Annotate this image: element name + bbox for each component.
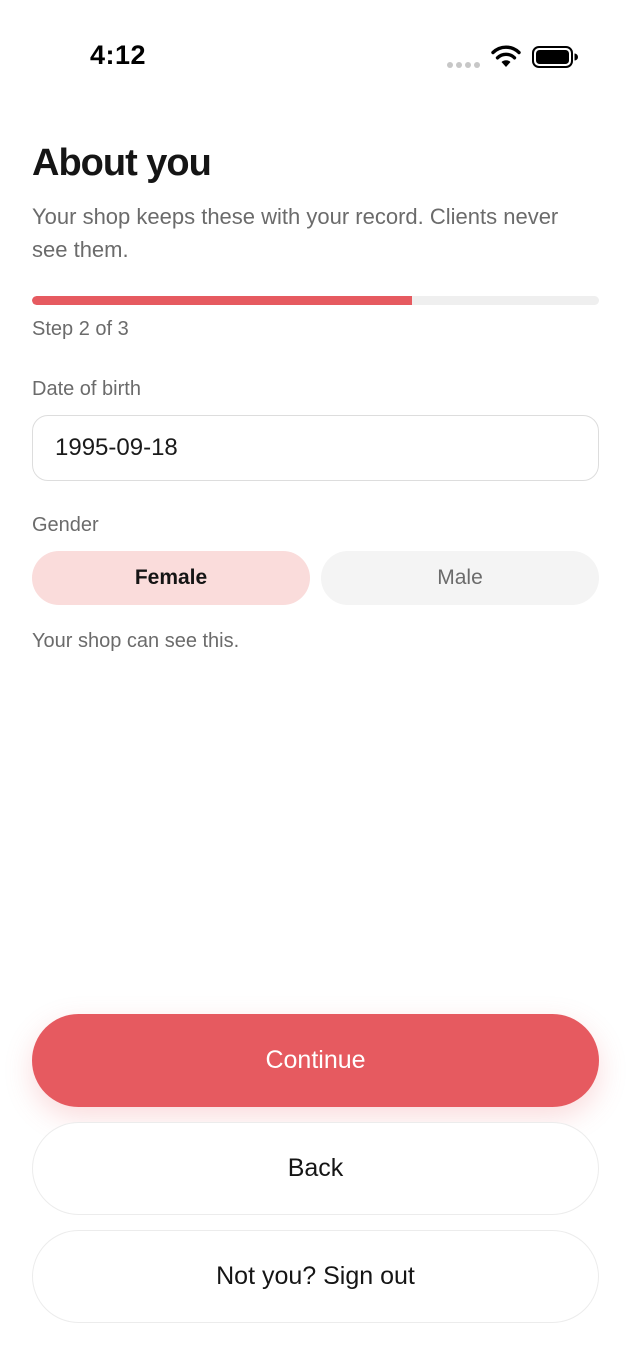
dob-input[interactable] bbox=[32, 415, 599, 481]
wifi-icon bbox=[491, 45, 521, 67]
back-button[interactable]: Back bbox=[32, 1122, 599, 1215]
page-title: About you bbox=[32, 142, 212, 184]
continue-button[interactable]: Continue bbox=[32, 1014, 599, 1107]
gender-hint: Your shop can see this. bbox=[32, 630, 240, 652]
sign-out-button[interactable]: Not you? Sign out bbox=[32, 1230, 599, 1323]
progress-fill bbox=[32, 296, 412, 305]
status-bar: 4:12 bbox=[0, 0, 630, 110]
battery-icon bbox=[532, 46, 578, 68]
about-you-screen: 4:12 About you Your shop keeps these wit… bbox=[0, 0, 630, 1368]
dob-label: Date of birth bbox=[32, 378, 141, 400]
step-indicator: Step 2 of 3 bbox=[32, 318, 129, 340]
progress-bar bbox=[32, 296, 599, 305]
gender-label: Gender bbox=[32, 514, 99, 536]
status-time: 4:12 bbox=[90, 40, 147, 70]
page-subtitle: Your shop keeps these with your record. … bbox=[32, 204, 559, 262]
signal-dots-icon bbox=[447, 62, 480, 68]
gender-option-female[interactable]: Female bbox=[32, 551, 310, 605]
gender-option-male[interactable]: Male bbox=[321, 551, 599, 605]
